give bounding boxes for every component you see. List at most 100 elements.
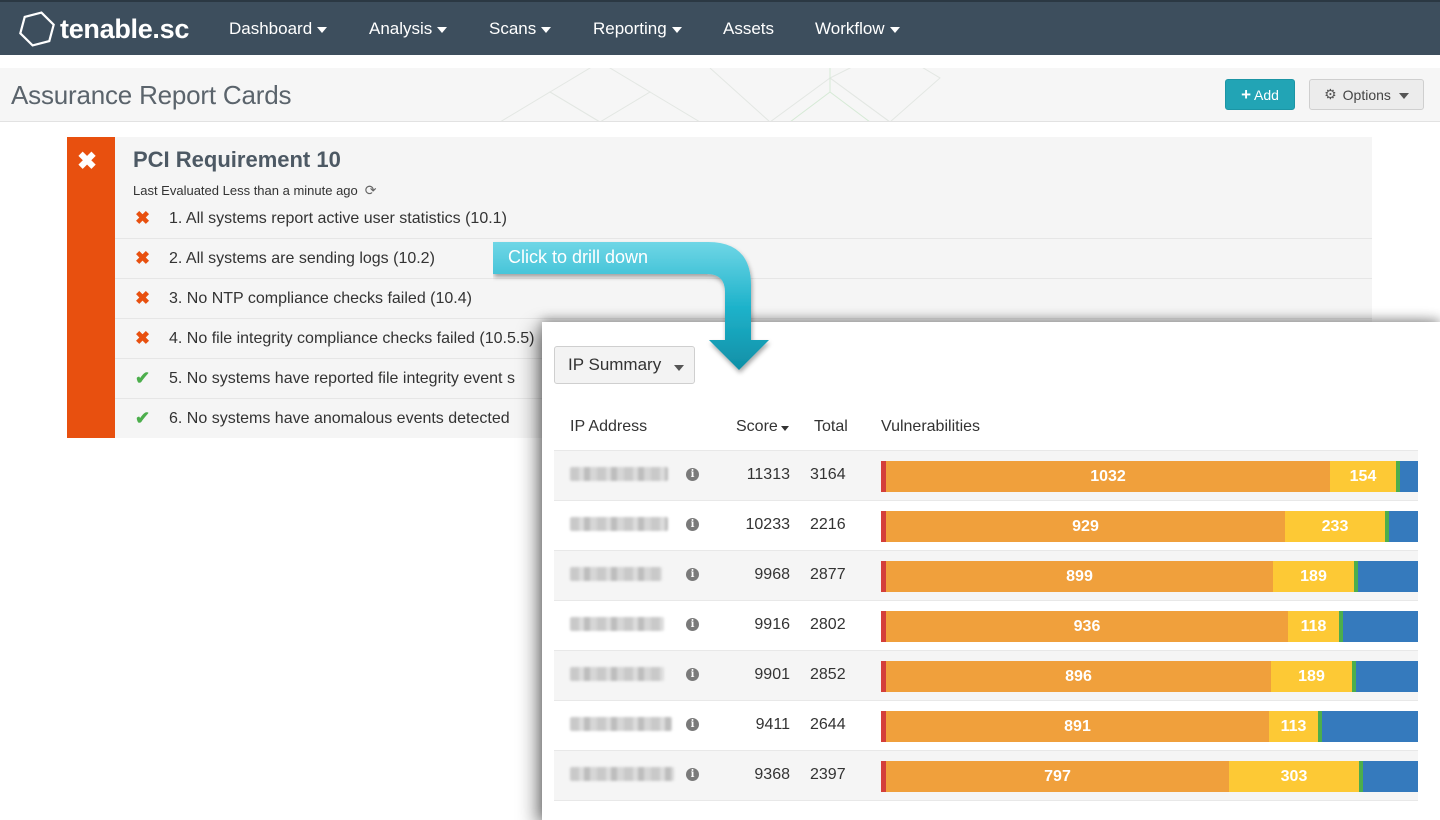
table-row[interactable]: i 9968 2877 899 189	[554, 550, 1418, 600]
high-segment[interactable]: 899	[886, 561, 1273, 592]
caret-down-icon	[1398, 92, 1409, 99]
ip-address-redacted[interactable]	[570, 767, 674, 781]
nav-reporting-label: Reporting	[593, 19, 667, 38]
nav-dashboard-label: Dashboard	[229, 19, 313, 38]
nav-reporting[interactable]: Reporting	[593, 19, 682, 39]
table-row[interactable]: i 11313 3164 1032 154	[554, 450, 1418, 500]
medium-segment[interactable]: 233	[1285, 511, 1385, 542]
info-segment[interactable]	[1322, 711, 1418, 742]
table-row[interactable]: i 9368 2397 797 303	[554, 750, 1418, 800]
column-header-ip[interactable]: IP Address	[570, 418, 647, 436]
vulnerability-bar[interactable]: 797 303	[881, 761, 1418, 792]
info-icon[interactable]: i	[686, 718, 699, 731]
requirement-text: 2. All systems are sending logs (10.2)	[169, 250, 435, 267]
ip-address-redacted[interactable]	[570, 467, 668, 481]
column-header-score[interactable]: Score	[736, 418, 789, 436]
card-title: PCI Requirement 10	[133, 147, 341, 172]
high-segment[interactable]: 936	[886, 611, 1288, 642]
vulnerability-bar[interactable]: 1032 154	[881, 461, 1418, 492]
info-segment[interactable]	[1343, 611, 1418, 642]
info-segment[interactable]	[1363, 761, 1418, 792]
fail-x-icon: ✖	[77, 148, 98, 175]
nav-dashboard[interactable]: Dashboard	[229, 19, 328, 39]
gear-icon: ⚙	[1324, 86, 1337, 102]
info-segment[interactable]	[1356, 661, 1418, 692]
vulnerability-bar[interactable]: 936 118	[881, 611, 1418, 642]
info-segment[interactable]	[1400, 461, 1418, 492]
requirement-row[interactable]: ✖ 1. All systems report active user stat…	[115, 199, 1372, 239]
nav-scans[interactable]: Scans	[489, 19, 552, 39]
info-icon[interactable]: i	[686, 568, 699, 581]
medium-segment[interactable]: 154	[1330, 461, 1396, 492]
high-segment[interactable]: 891	[886, 711, 1269, 742]
high-segment[interactable]: 896	[886, 661, 1271, 692]
tenable-logo[interactable]: tenable.sc	[18, 10, 189, 48]
requirement-text: 4. No file integrity compliance checks f…	[169, 330, 535, 347]
ip-address-redacted[interactable]	[570, 667, 664, 681]
medium-segment[interactable]: 118	[1288, 611, 1339, 642]
medium-segment[interactable]: 113	[1269, 711, 1318, 742]
score-cell: 10233	[745, 516, 791, 533]
score-cell: 9968	[754, 566, 790, 583]
total-cell: 3164	[810, 466, 846, 483]
column-header-total[interactable]: Total	[814, 418, 848, 436]
nav-analysis[interactable]: Analysis	[369, 19, 448, 39]
ip-address-redacted[interactable]	[570, 617, 664, 631]
ip-address-redacted[interactable]	[570, 517, 668, 531]
vulnerability-bar[interactable]: 929 233	[881, 511, 1418, 542]
score-cell: 9916	[754, 616, 790, 633]
caret-down-icon	[437, 27, 448, 33]
total-cell: 2852	[810, 666, 846, 683]
total-cell: 2216	[810, 516, 846, 533]
info-icon[interactable]: i	[686, 668, 699, 681]
vulnerability-bar[interactable]: 899 189	[881, 561, 1418, 592]
fail-x-icon: ✖	[135, 328, 151, 348]
requirement-text: 5. No systems have reported file integri…	[169, 370, 515, 387]
medium-segment[interactable]: 303	[1229, 761, 1359, 792]
nav-assets-label: Assets	[723, 19, 775, 38]
hexagon-logo-icon	[19, 11, 55, 47]
score-cell: 9411	[755, 716, 790, 733]
vulnerability-bar[interactable]: 896 189	[881, 661, 1418, 692]
score-cell: 9368	[754, 766, 790, 783]
card-status-flag: ✖	[67, 137, 115, 438]
medium-segment[interactable]: 189	[1273, 561, 1354, 592]
info-icon[interactable]: i	[686, 468, 699, 481]
nav-workflow[interactable]: Workflow	[815, 19, 900, 39]
info-segment[interactable]	[1358, 561, 1418, 592]
info-icon[interactable]: i	[686, 768, 699, 781]
plus-icon: +	[1241, 85, 1251, 104]
high-segment[interactable]: 1032	[886, 461, 1330, 492]
table-row[interactable]: i 9916 2802 936 118	[554, 600, 1418, 650]
top-nav: tenable.sc Dashboard Analysis Scans Repo…	[0, 0, 1440, 55]
table-row[interactable]: i 10233 2216 929 233	[554, 500, 1418, 550]
table-row[interactable]	[554, 800, 1418, 820]
table-row[interactable]: i 9411 2644 891 113	[554, 700, 1418, 750]
nav-scans-label: Scans	[489, 19, 537, 38]
table-row[interactable]: i 9901 2852 896 189	[554, 650, 1418, 700]
page-header: Assurance Report Cards + Add ⚙ Options	[0, 68, 1440, 122]
caret-down-icon	[317, 27, 328, 33]
ip-address-redacted[interactable]	[570, 567, 662, 581]
callout-text: Click to drill down	[508, 247, 649, 267]
high-segment[interactable]: 929	[886, 511, 1285, 542]
options-button[interactable]: ⚙ Options	[1309, 79, 1424, 110]
requirement-text: 3. No NTP compliance checks failed (10.4…	[169, 290, 472, 307]
fail-x-icon: ✖	[135, 208, 151, 228]
refresh-icon[interactable]: ⟳	[365, 182, 377, 199]
last-evaluated-text: Last Evaluated Less than a minute ago	[133, 183, 358, 198]
info-icon[interactable]: i	[686, 518, 699, 531]
total-cell: 2644	[810, 716, 846, 733]
high-segment[interactable]: 797	[886, 761, 1229, 792]
info-segment[interactable]	[1389, 511, 1418, 542]
total-cell: 2397	[810, 766, 846, 783]
score-cell: 9901	[754, 666, 790, 683]
info-icon[interactable]: i	[686, 618, 699, 631]
medium-segment[interactable]: 189	[1271, 661, 1352, 692]
vulnerability-bar[interactable]: 891 113	[881, 711, 1418, 742]
last-evaluated: Last Evaluated Less than a minute ago ⟳	[133, 182, 377, 199]
ip-address-redacted[interactable]	[570, 717, 672, 731]
nav-assets[interactable]: Assets	[723, 19, 774, 39]
add-button[interactable]: + Add	[1225, 79, 1295, 110]
background-pattern	[500, 68, 941, 121]
